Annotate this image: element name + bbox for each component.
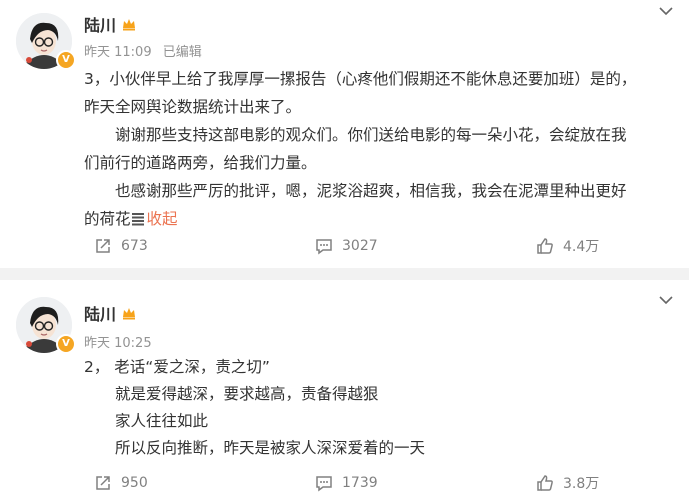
verified-v-badge: V xyxy=(56,50,76,70)
repost-button[interactable]: 673 xyxy=(93,231,148,261)
like-icon xyxy=(537,238,553,254)
post-text-line: 们前行的道路两旁，给我们力量。 xyxy=(84,154,317,172)
post-text-line: 2， 老话“爱之深，责之切” xyxy=(84,358,270,376)
vip-crown-icon xyxy=(123,308,135,320)
post-time[interactable]: 昨天 10:25 xyxy=(84,336,152,351)
comment-icon xyxy=(316,239,332,255)
chevron-down-icon[interactable] xyxy=(659,295,673,305)
comment-button[interactable]: 1739 xyxy=(314,468,378,498)
comment-icon xyxy=(316,476,332,492)
post-meta: 昨天 10:25 xyxy=(84,332,159,351)
comment-count: 1739 xyxy=(342,475,378,491)
like-button[interactable]: 4.4万 xyxy=(535,231,599,261)
like-button[interactable]: 3.8万 xyxy=(535,468,599,498)
post-text-last-line: 的荷花 收起 xyxy=(84,205,674,233)
like-icon xyxy=(537,475,553,491)
weibo-post-2: V 陆川 昨天 10:25 2， 老话“爱之深，责之切” 就是爱得越深，要求越高… xyxy=(0,280,689,503)
comment-button[interactable]: 3027 xyxy=(314,231,378,261)
post-content: 2， 老话“爱之深，责之切” 就是爱得越深，要求越高，责备得越狠 家人往往如此 … xyxy=(84,354,674,462)
post-text-line: 谢谢那些支持这部电影的观众们。你们送给电影的每一朵小花，会绽放在我 xyxy=(115,126,627,144)
edited-label[interactable]: 已编辑 xyxy=(163,45,202,60)
post-text-line: 也感谢那些严厉的批评，嗯，泥浆浴超爽，相信我，我会在泥潭里种出更好 xyxy=(115,182,627,200)
post-text-line: 家人往往如此 xyxy=(115,412,209,430)
repost-icon xyxy=(96,476,110,490)
repost-button[interactable]: 950 xyxy=(93,468,148,498)
collapse-link[interactable]: 收起 xyxy=(147,210,178,228)
like-count: 3.8万 xyxy=(563,476,600,492)
weibo-post-1: V 陆川 昨天 11:09 已编辑 3，小伙伴早上给了我厚厚一摞报告（心疼他们假… xyxy=(0,0,689,268)
collapse-lines-icon xyxy=(131,213,144,226)
repost-count: 673 xyxy=(121,238,148,254)
chevron-down-icon[interactable] xyxy=(659,6,673,16)
post-text-line: 3，小伙伴早上给了我厚厚一摞报告（心疼他们假期还不能休息还要加班）是的， xyxy=(84,70,637,88)
post-actions: 950 1739 3.8万 xyxy=(0,468,689,498)
post-meta: 昨天 11:09 已编辑 xyxy=(84,41,209,60)
author-name[interactable]: 陆川 xyxy=(84,301,116,325)
post-text-line: 就是爱得越深，要求越高，责备得越狠 xyxy=(115,385,379,403)
post-text-line: 昨天全网舆论数据统计出来了。 xyxy=(84,98,302,116)
post-text-line: 的荷花 xyxy=(84,210,131,228)
vip-crown-icon xyxy=(123,19,135,31)
repost-count: 950 xyxy=(121,475,148,491)
post-content: 3，小伙伴早上给了我厚厚一摞报告（心疼他们假期还不能休息还要加班）是的， 昨天全… xyxy=(84,65,674,233)
repost-icon xyxy=(96,239,110,253)
post-actions: 673 3027 4.4万 xyxy=(0,231,689,261)
verified-v-badge: V xyxy=(56,334,76,354)
post-separator xyxy=(0,268,689,280)
like-count: 4.4万 xyxy=(563,239,600,255)
post-text-line: 所以反向推断，昨天是被家人深深爱着的一天 xyxy=(115,439,426,457)
author-name[interactable]: 陆川 xyxy=(84,12,116,36)
post-time[interactable]: 昨天 11:09 xyxy=(84,45,152,60)
comment-count: 3027 xyxy=(342,238,378,254)
